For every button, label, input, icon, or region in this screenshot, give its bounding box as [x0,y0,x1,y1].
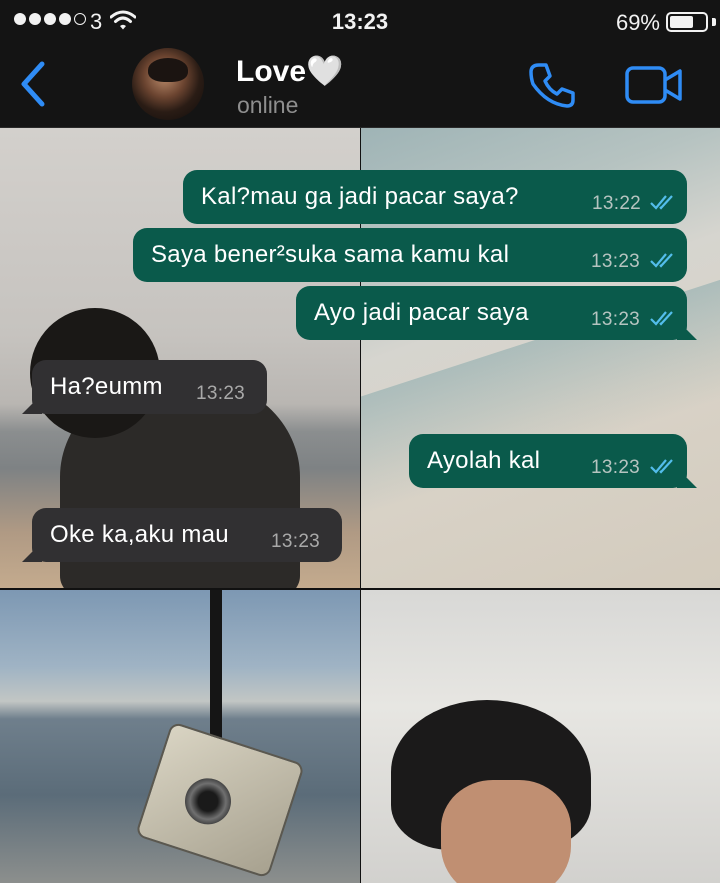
message-time: 13:23 [271,531,321,552]
read-receipt-icon [650,459,673,474]
battery-level [670,16,694,28]
phone-icon[interactable] [527,60,577,110]
chat-header: Love🤍 online [0,40,720,128]
message-text: Ayolah kal [427,447,541,474]
message-text: Kal?mau ga jadi pacar saya? [201,183,519,210]
message-bubble-incoming[interactable]: Ha?eumm 13:23 [32,360,267,414]
message-list: Kal?mau ga jadi pacar saya? 13:22 Saya b… [0,128,720,883]
message-time: 13:23 [591,251,641,272]
message-bubble-outgoing[interactable]: Saya bener²suka sama kamu kal 13:23 [133,228,687,282]
battery-icon [666,12,708,32]
video-camera-icon[interactable] [624,64,684,106]
message-text: Saya bener²suka sama kamu kal [151,241,510,268]
message-bubble-outgoing[interactable]: Kal?mau ga jadi pacar saya? 13:22 [183,170,687,224]
message-bubble-outgoing[interactable]: Ayo jadi pacar saya 13:23 [296,286,687,340]
status-bar: 3 13:23 69% [0,0,720,40]
read-receipt-icon [650,311,673,326]
status-clock: 13:23 [331,9,389,34]
battery-tip [712,18,716,26]
battery-percentage: 69% [615,10,660,35]
message-time: 13:22 [592,193,642,214]
back-chevron-icon[interactable] [14,58,54,110]
message-text: Oke ka,aku mau [50,521,229,548]
read-receipt-icon [650,195,673,210]
message-time: 13:23 [591,457,641,478]
message-time: 13:23 [196,383,246,404]
message-bubble-outgoing[interactable]: Ayolah kal 13:23 [409,434,687,488]
contact-status: online [237,92,299,118]
message-text: Ayo jadi pacar saya [314,299,529,326]
contact-avatar[interactable] [132,48,204,120]
message-text: Ha?eumm [50,373,163,400]
message-bubble-incoming[interactable]: Oke ka,aku mau 13:23 [32,508,342,562]
message-time: 13:23 [591,309,641,330]
contact-name[interactable]: Love🤍 [236,54,343,89]
read-receipt-icon [650,253,673,268]
